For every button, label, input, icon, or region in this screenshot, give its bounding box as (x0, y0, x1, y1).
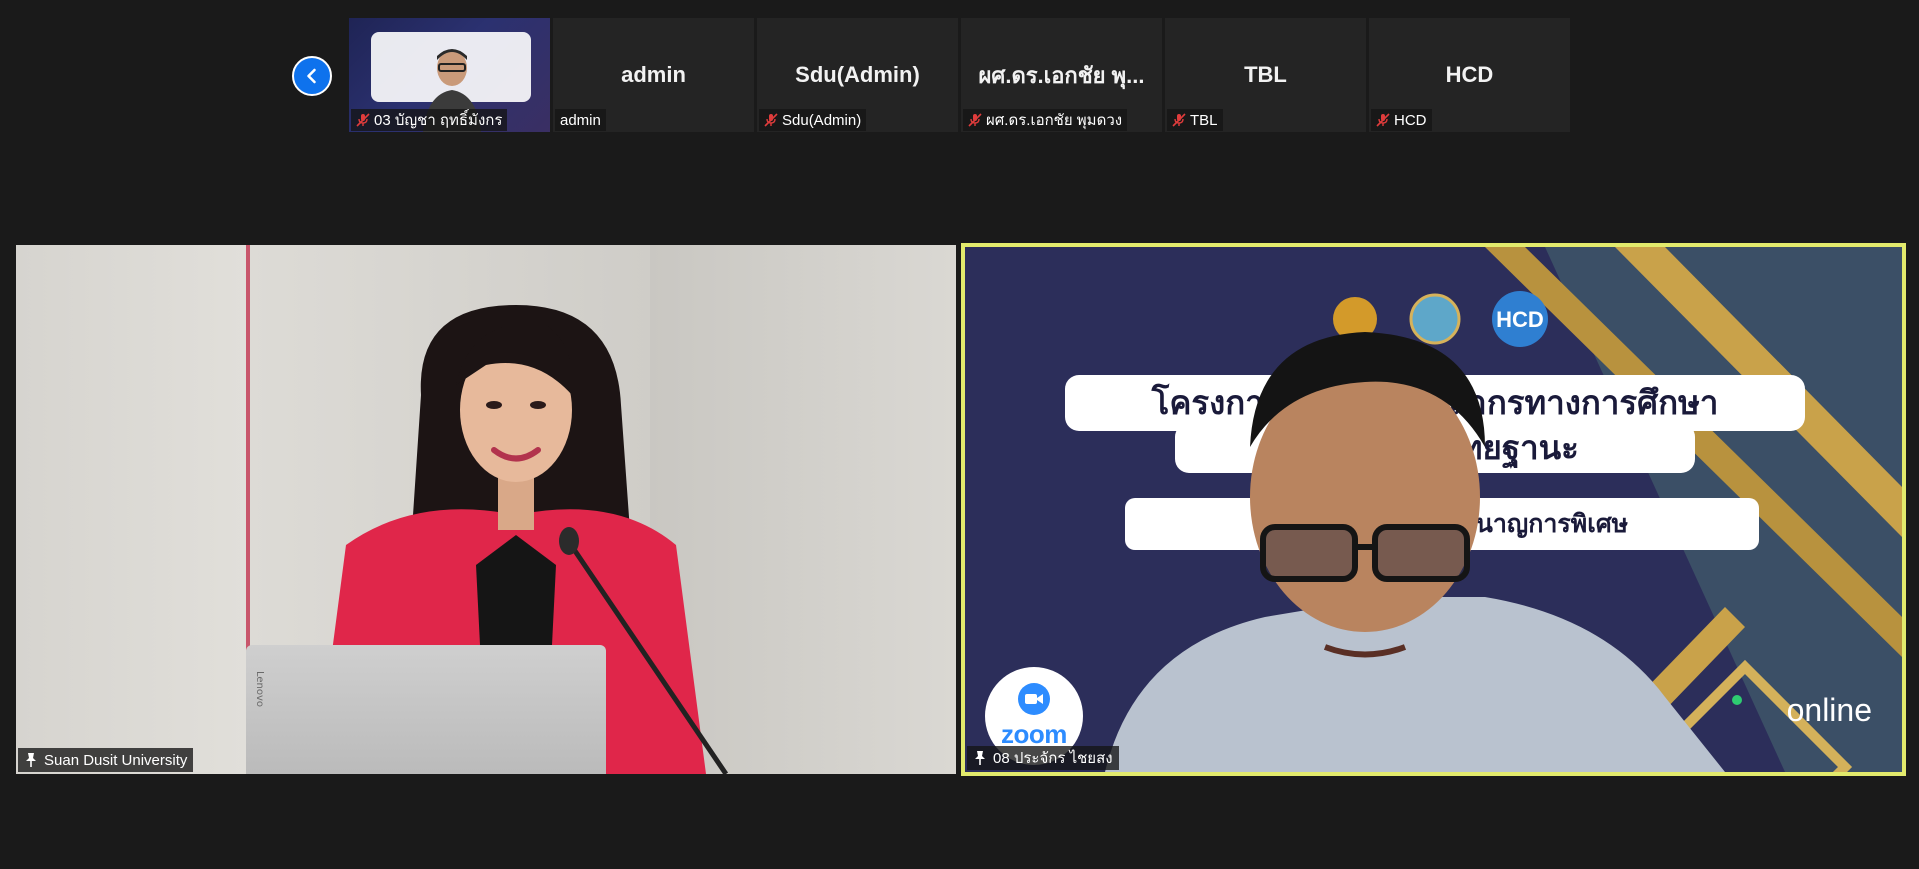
participant-label: Sdu(Admin) (759, 109, 867, 131)
pin-icon (975, 751, 985, 765)
participant-display-name: ผศ.ดร.เอกชัย พุ... (978, 62, 1145, 88)
participant-label: 03 บัญชา ฤทธิ์มังกร (351, 109, 508, 131)
participant-tile[interactable]: HCD HCD (1369, 18, 1570, 132)
mic-muted-icon (764, 113, 778, 127)
online-text: online (1786, 692, 1872, 728)
pin-icon (26, 753, 36, 767)
video-name-label: 08 ประจักร ไชยสง (967, 746, 1119, 770)
participant-filmstrip: 03 บัญชา ฤทธิ์มังกร admin admin Sdu(Admi… (349, 18, 1570, 132)
video-camera-icon (1018, 682, 1050, 715)
participant-tile[interactable]: Sdu(Admin) Sdu(Admin) (757, 18, 958, 132)
speaker-video-left[interactable]: Lenovo Suan Dusit University (16, 245, 956, 774)
participant-label: ผศ.ดร.เอกชัย พุมดวง (963, 109, 1128, 131)
speaker-name: Suan Dusit University (44, 751, 188, 769)
speaker-video-right[interactable]: HCD โครงการพัฒน ละบุคลากรทางการศึกษา ก่อ… (961, 243, 1906, 776)
participant-name: HCD (1394, 111, 1427, 129)
presenter-figure (1105, 332, 1725, 772)
participant-display-name: HCD (1445, 62, 1494, 87)
participant-display-name: admin (621, 62, 686, 87)
participant-name: ผศ.ดร.เอกชัย พุมดวง (986, 112, 1123, 129)
participant-name: 03 บัญชา ฤทธิ์มังกร (374, 112, 503, 129)
mic-muted-icon (1172, 113, 1186, 127)
participant-label: TBL (1167, 109, 1223, 131)
laptop: Lenovo (246, 645, 606, 774)
participant-tile[interactable]: admin admin (553, 18, 754, 132)
participant-tile[interactable]: TBL TBL (1165, 18, 1366, 132)
mic-muted-icon (356, 113, 370, 127)
chevron-left-icon (307, 68, 316, 84)
zoom-logo-text: zoom (1001, 718, 1067, 749)
mic-muted-icon (968, 113, 982, 127)
speaker-name: 08 ประจักร ไชยสง (993, 750, 1113, 767)
participant-display-name: TBL (1244, 62, 1287, 87)
participant-tile[interactable]: 03 บัญชา ฤทธิ์มังกร (349, 18, 550, 132)
mic-muted-icon (1376, 113, 1390, 127)
participant-label: admin (555, 109, 606, 131)
participant-display-name: Sdu(Admin) (795, 62, 920, 87)
participant-name: Sdu(Admin) (782, 111, 862, 129)
participant-label: HCD (1371, 109, 1432, 131)
filmstrip-prev-button[interactable] (292, 56, 332, 96)
participant-tile[interactable]: ผศ.ดร.เอกชัย พุ... ผศ.ดร.เอกชัย พุมดวง (961, 18, 1162, 132)
participant-name: admin (560, 111, 601, 129)
online-dot (1732, 695, 1742, 705)
laptop-brand: Lenovo (254, 671, 265, 708)
participant-name: TBL (1190, 111, 1218, 129)
video-name-label: Suan Dusit University (18, 748, 194, 772)
